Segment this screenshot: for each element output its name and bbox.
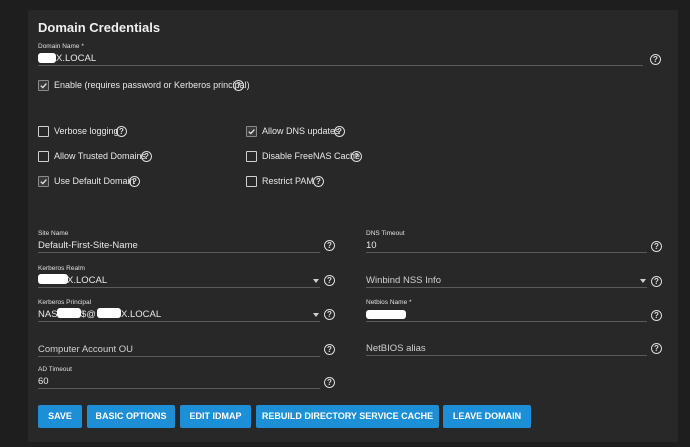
enable-label: Enable (requires password or Kerberos pr… [54, 80, 250, 90]
help-icon[interactable]: ? [650, 54, 661, 65]
help-icon[interactable]: ? [233, 80, 244, 91]
save-button[interactable]: SAVE [38, 405, 82, 428]
disable-freenas-cache-checkbox[interactable] [246, 151, 257, 162]
checkmark-icon [40, 83, 47, 89]
allow-trusted-domains-checkbox[interactable] [38, 151, 49, 162]
help-icon[interactable]: ? [651, 343, 662, 354]
netbios-alias-underline [366, 355, 647, 356]
verbose-logging-checkbox[interactable] [38, 126, 49, 137]
domain-credentials-card [28, 10, 678, 442]
chevron-down-icon[interactable] [313, 313, 319, 317]
verbose-logging-label: Verbose logging [54, 126, 119, 136]
allow-dns-updates-checkbox[interactable] [246, 126, 257, 137]
help-icon[interactable]: ? [651, 310, 662, 321]
help-icon[interactable]: ? [129, 176, 140, 187]
site-name-value[interactable]: Default-First-Site-Name [38, 240, 138, 251]
restrict-pam-label: Restrict PAM [262, 176, 314, 186]
redacted-block [97, 308, 121, 318]
winbind-nss-info-select[interactable]: Winbind NSS Info [366, 275, 441, 286]
help-icon[interactable]: ? [351, 151, 362, 162]
domain-name-label: Domain Name * [38, 43, 84, 50]
help-icon[interactable]: ? [324, 240, 335, 251]
section-title: Domain Credentials [38, 20, 161, 35]
chevron-down-icon[interactable] [313, 279, 319, 283]
netbios-name-underline [366, 321, 647, 322]
computer-account-ou-input[interactable]: Computer Account OU [38, 344, 133, 355]
site-name-label: Site Name [38, 230, 69, 237]
ad-timeout-label: AD Timeout [38, 366, 72, 373]
help-icon[interactable]: ? [324, 377, 335, 388]
enable-checkbox[interactable] [38, 80, 49, 91]
leave-domain-button[interactable]: LEAVE DOMAIN [443, 405, 531, 428]
help-icon[interactable]: ? [141, 151, 152, 162]
chevron-down-icon[interactable] [640, 279, 646, 283]
kerberos-realm-underline [38, 287, 320, 288]
redacted-block [38, 274, 68, 284]
redacted-block [38, 53, 56, 63]
help-icon[interactable]: ? [324, 309, 335, 320]
kerberos-realm-label: Kerberos Realm [38, 265, 85, 272]
checkmark-icon [40, 179, 47, 185]
help-icon[interactable]: ? [334, 126, 345, 137]
computer-account-ou-underline [38, 356, 320, 357]
help-icon[interactable]: ? [116, 126, 127, 137]
kerberos-principal-suffix[interactable]: X.LOCAL [121, 309, 161, 320]
use-default-domain-checkbox[interactable] [38, 176, 49, 187]
restrict-pam-checkbox[interactable] [246, 176, 257, 187]
redacted-block [366, 310, 406, 319]
kerberos-principal-underline [38, 321, 320, 322]
help-icon[interactable]: ? [651, 241, 662, 252]
domain-name-value[interactable]: X.LOCAL [56, 53, 96, 64]
netbios-name-label: Netbios Name * [366, 299, 412, 306]
dns-timeout-label: DNS Timeout [366, 230, 405, 237]
edit-idmap-button[interactable]: EDIT IDMAP [180, 405, 251, 428]
basic-options-button[interactable]: BASIC OPTIONS [87, 405, 175, 428]
help-icon[interactable]: ? [324, 344, 335, 355]
domain-name-underline [38, 65, 643, 66]
redacted-block [57, 308, 81, 318]
rebuild-directory-service-cache-button[interactable]: REBUILD DIRECTORY SERVICE CACHE [256, 405, 439, 428]
kerberos-realm-value[interactable]: X.LOCAL [67, 275, 107, 286]
kerberos-principal-prefix[interactable]: NAS [38, 309, 58, 320]
netbios-alias-input[interactable]: NetBIOS alias [366, 343, 426, 354]
ad-timeout-value[interactable]: 60 [38, 376, 49, 387]
ad-timeout-underline [38, 388, 320, 389]
disable-freenas-cache-label: Disable FreeNAS Cache [262, 151, 361, 161]
help-icon[interactable]: ? [324, 275, 335, 286]
dns-timeout-value[interactable]: 10 [366, 240, 377, 251]
allow-dns-updates-label: Allow DNS updates [262, 126, 340, 136]
checkmark-icon [248, 129, 255, 135]
help-icon[interactable]: ? [651, 276, 662, 287]
kerberos-principal-label: Kerberos Principal [38, 299, 92, 306]
kerberos-principal-middle[interactable]: $@ [81, 309, 96, 320]
dns-timeout-underline [366, 252, 647, 253]
winbind-nss-info-underline [366, 287, 647, 288]
use-default-domain-label: Use Default Domain [54, 176, 135, 186]
help-icon[interactable]: ? [313, 176, 324, 187]
site-name-underline [38, 252, 320, 253]
allow-trusted-domains-label: Allow Trusted Domains [54, 151, 147, 161]
